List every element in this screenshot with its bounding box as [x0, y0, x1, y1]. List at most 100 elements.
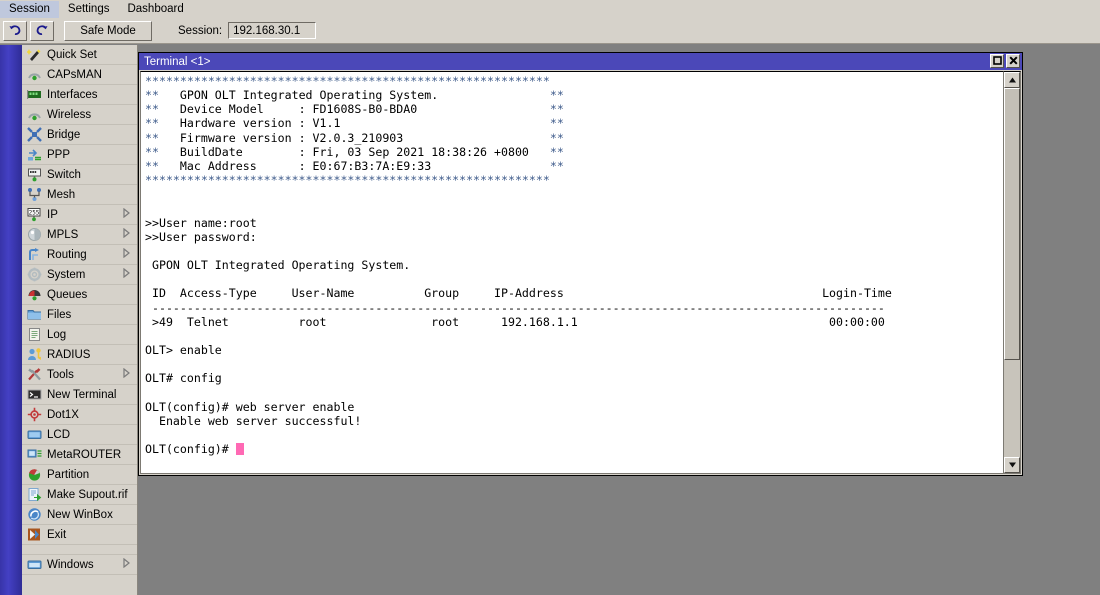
session-label: Session: [178, 25, 222, 37]
toolbar: Safe Mode Session: 192.168.30.1 [0, 18, 1100, 44]
sidebar-item-label: System [47, 269, 123, 281]
partition-pie-icon [26, 467, 42, 483]
tools-icon [26, 367, 42, 383]
sidebar-item-label: Interfaces [47, 89, 137, 101]
gear-icon [26, 267, 42, 283]
folder-icon [26, 307, 42, 323]
sidebar-item-wireless[interactable]: Wireless [22, 105, 137, 125]
window-icon [26, 557, 42, 573]
terminal-text: ****************************************… [145, 74, 892, 456]
sidebar-item-make-supout[interactable]: Make Supout.rif [22, 485, 137, 505]
sidebar-item-label: New Terminal [47, 389, 137, 401]
sidebar-item-bridge[interactable]: Bridge [22, 125, 137, 145]
antenna-icon [26, 67, 42, 83]
scroll-down-arrow-icon [1008, 456, 1017, 474]
sidebar-item-mesh[interactable]: Mesh [22, 185, 137, 205]
sidebar-item-exit[interactable]: Exit [22, 525, 137, 545]
window-controls [990, 54, 1020, 68]
sidebar-item-new-terminal[interactable]: New Terminal [22, 385, 137, 405]
sidebar-item-interfaces[interactable]: Interfaces [22, 85, 137, 105]
metarouter-icon [26, 447, 42, 463]
menu-bar: Session Settings Dashboard [0, 0, 1100, 18]
wand-icon [26, 47, 42, 63]
scroll-up-button[interactable] [1004, 72, 1020, 88]
switch-icon [26, 167, 42, 183]
interface-card-icon [26, 87, 42, 103]
terminal-output-area[interactable]: ****************************************… [140, 71, 1004, 474]
undo-arrow-icon [8, 24, 22, 37]
menu-item-session[interactable]: Session [0, 1, 59, 18]
chevron-right-icon [123, 268, 133, 281]
sidebar-item-partition[interactable]: Partition [22, 465, 137, 485]
terminal-window[interactable]: Terminal <1> ***************************… [138, 52, 1023, 476]
sidebar-item-switch[interactable]: Switch [22, 165, 137, 185]
sidebar-item-system[interactable]: System [22, 265, 137, 285]
mesh-icon [26, 187, 42, 203]
chevron-right-icon [123, 228, 133, 241]
sidebar-item-dot1x[interactable]: Dot1X [22, 405, 137, 425]
scroll-down-button[interactable] [1004, 457, 1020, 473]
redo-arrow-icon [35, 24, 49, 37]
redo-button[interactable] [30, 21, 54, 41]
radius-key-icon [26, 347, 42, 363]
sidebar-item-new-winbox[interactable]: New WinBox [22, 505, 137, 525]
sidebar-item-radius[interactable]: RADIUS [22, 345, 137, 365]
chevron-right-icon [123, 368, 133, 381]
sidebar-item-label: Routing [47, 249, 123, 261]
scrollbar-track[interactable] [1004, 88, 1020, 457]
sidebar-item-label: Bridge [47, 129, 137, 141]
log-icon [26, 327, 42, 343]
sidebar-item-label: Partition [47, 469, 137, 481]
queues-icon [26, 287, 42, 303]
sidebar-item-label: Mesh [47, 189, 137, 201]
sidebar-item-label: Wireless [47, 109, 137, 121]
chevron-right-icon [123, 248, 133, 261]
sidebar-item-metarouter[interactable]: MetaROUTER [22, 445, 137, 465]
sidebar-item-ip[interactable]: 255 IP [22, 205, 137, 225]
routing-icon [26, 247, 42, 263]
lcd-screen-icon [26, 427, 42, 443]
sidebar-item-label: Tools [47, 369, 123, 381]
safe-mode-button[interactable]: Safe Mode [64, 21, 152, 41]
ppp-icon [26, 147, 42, 163]
sidebar-item-log[interactable]: Log [22, 325, 137, 345]
sidebar-item-quick-set[interactable]: Quick Set [22, 45, 137, 65]
sidebar-item-label: Quick Set [47, 49, 137, 61]
terminal-scrollbar[interactable] [1003, 71, 1021, 474]
chevron-right-icon [123, 208, 133, 221]
close-button[interactable] [1006, 54, 1020, 68]
winbox-swirl-icon [26, 507, 42, 523]
sidebar-item-routing[interactable]: Routing [22, 245, 137, 265]
sidebar-item-label: IP [47, 209, 123, 221]
maximize-button[interactable] [990, 54, 1004, 68]
mpls-icon [26, 227, 42, 243]
sidebar-item-queues[interactable]: Queues [22, 285, 137, 305]
sidebar-item-label: Files [47, 309, 137, 321]
sidebar-item-ppp[interactable]: PPP [22, 145, 137, 165]
sidebar-item-files[interactable]: Files [22, 305, 137, 325]
sidebar-item-tools[interactable]: Tools [22, 365, 137, 385]
sidebar-item-label: CAPsMAN [47, 69, 137, 81]
sidebar-item-label: Exit [47, 529, 137, 541]
sidebar-item-windows[interactable]: Windows [22, 555, 137, 575]
sidebar-item-label: Windows [47, 559, 123, 571]
close-icon [1009, 52, 1018, 70]
exit-icon [26, 527, 42, 543]
undo-button[interactable] [3, 21, 27, 41]
menu-item-settings[interactable]: Settings [59, 1, 119, 18]
terminal-title-bar[interactable]: Terminal <1> [139, 53, 1022, 70]
dot1x-icon [26, 407, 42, 423]
sidebar-item-label: Dot1X [47, 409, 137, 421]
sidebar-item-capsman[interactable]: CAPsMAN [22, 65, 137, 85]
scrollbar-thumb[interactable] [1004, 88, 1020, 360]
sidebar-item-lcd[interactable]: LCD [22, 425, 137, 445]
sidebar-item-label: Queues [47, 289, 137, 301]
sidebar-item-mpls[interactable]: MPLS [22, 225, 137, 245]
maximize-icon [993, 52, 1002, 70]
menu-item-dashboard[interactable]: Dashboard [118, 1, 192, 18]
winbox-desktop: Session Settings Dashboard S [0, 0, 1100, 595]
terminal-icon [26, 387, 42, 403]
session-address-field[interactable]: 192.168.30.1 [228, 22, 316, 39]
sidebar-item-label: Make Supout.rif [47, 489, 137, 501]
ip-255-icon: 255 [26, 207, 42, 223]
